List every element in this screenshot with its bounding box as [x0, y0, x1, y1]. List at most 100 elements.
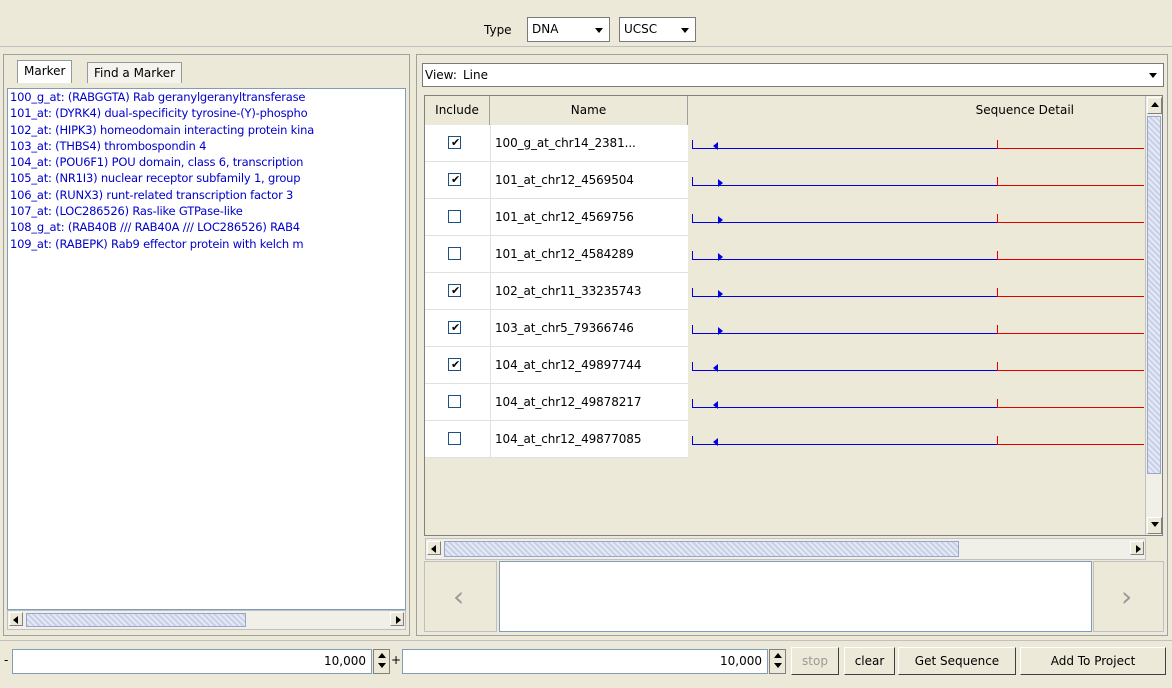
check-icon: ✔	[451, 173, 461, 186]
include-checkbox[interactable]	[448, 210, 461, 223]
type-select[interactable]: DNA	[527, 17, 610, 42]
stop-button[interactable]: stop	[791, 647, 839, 675]
scroll-right-button[interactable]	[1130, 541, 1144, 555]
scroll-right-button[interactable]	[390, 612, 404, 626]
spin-up-icon	[774, 653, 782, 658]
downstream-line	[997, 148, 1144, 149]
spin-down-icon	[774, 663, 782, 668]
list-item[interactable]: 106_at: (RUNX3) runt-related transcripti…	[8, 187, 405, 203]
include-cell	[425, 236, 490, 273]
clear-button[interactable]: clear	[844, 647, 895, 675]
upstream-minus-label: -	[4, 653, 9, 667]
scroll-thumb[interactable]	[1147, 116, 1161, 474]
arrow-right-icon	[396, 616, 401, 624]
view-select[interactable]: View: Line	[422, 63, 1164, 87]
sequence-name: 104_at_chr12_49877085	[490, 421, 688, 458]
spin-up-icon	[378, 653, 386, 658]
table-row[interactable]: ✔ 103_at_chr5_79366746	[425, 310, 1144, 347]
source-select[interactable]: UCSC	[619, 17, 696, 42]
upstream-line	[692, 444, 997, 445]
table-row[interactable]: ✔ 104_at_chr12_49897744	[425, 347, 1144, 384]
downstream-plus-label: +	[391, 653, 402, 667]
scroll-down-button[interactable]	[1147, 517, 1162, 534]
chevron-right-icon: ›	[1121, 580, 1133, 613]
downstream-field[interactable]: 10,000	[402, 649, 768, 674]
sequence-text-area[interactable]	[499, 561, 1092, 632]
include-cell	[425, 384, 490, 421]
upstream-line	[692, 407, 997, 408]
list-item[interactable]: 101_at: (DYRK4) dual-specificity tyrosin…	[8, 105, 405, 121]
strand-left-icon	[713, 401, 718, 409]
scroll-left-button[interactable]	[9, 612, 23, 626]
include-checkbox[interactable]: ✔	[448, 136, 461, 149]
scroll-left-button[interactable]	[427, 541, 441, 555]
table-hscrollbar[interactable]	[425, 538, 1146, 560]
column-include[interactable]: Include	[425, 96, 490, 125]
check-icon: ✔	[451, 284, 461, 297]
list-item[interactable]: 105_at: (NR1I3) nuclear receptor subfami…	[8, 170, 405, 186]
table-row[interactable]: ✔ 100_g_at_chr14_2381...	[425, 125, 1144, 162]
sequence-detail	[688, 125, 1144, 162]
add-to-project-button[interactable]: Add To Project	[1020, 647, 1166, 675]
include-checkbox[interactable]: ✔	[448, 321, 461, 334]
include-checkbox[interactable]: ✔	[448, 284, 461, 297]
type-label: Type	[484, 23, 512, 37]
strand-right-icon	[718, 179, 723, 187]
upstream-line	[692, 259, 997, 260]
scroll-up-button[interactable]	[1147, 97, 1162, 114]
upstream-field[interactable]: 10,000	[12, 649, 372, 674]
include-checkbox[interactable]	[448, 395, 461, 408]
strand-right-icon	[718, 253, 723, 261]
downstream-line	[997, 222, 1144, 223]
include-checkbox[interactable]	[448, 432, 461, 445]
view-label: View:	[425, 68, 457, 82]
arrow-left-icon	[431, 545, 436, 553]
prev-button[interactable]: ‹	[424, 561, 497, 632]
upstream-spinner[interactable]	[373, 649, 390, 674]
sequence-name: 100_g_at_chr14_2381...	[490, 125, 688, 162]
list-item[interactable]: 100_g_at: (RABGGTA) Rab geranylgeranyltr…	[8, 89, 405, 105]
table-vscrollbar[interactable]	[1145, 96, 1162, 535]
include-cell: ✔	[425, 310, 490, 347]
sequence-detail	[688, 421, 1144, 458]
upstream-line	[692, 185, 997, 186]
table-row[interactable]: 101_at_chr12_4584289	[425, 236, 1144, 273]
sequence-detail	[688, 310, 1144, 347]
sequence-name: 102_at_chr11_33235743	[490, 273, 688, 310]
tab-marker-label: Marker	[24, 64, 66, 78]
view-value: Line	[463, 68, 489, 82]
tab-find-a-marker[interactable]: Find a Marker	[87, 62, 183, 83]
include-checkbox[interactable]: ✔	[448, 173, 461, 186]
marker-list[interactable]: 100_g_at: (RABGGTA) Rab geranylgeranyltr…	[7, 88, 406, 610]
include-checkbox[interactable]	[448, 247, 461, 260]
sequence-detail	[688, 384, 1144, 421]
type-select-value: DNA	[532, 22, 559, 36]
table-row[interactable]: ✔ 101_at_chr12_4569504	[425, 162, 1144, 199]
scroll-thumb[interactable]	[444, 541, 959, 557]
list-item[interactable]: 108_g_at: (RAB40B /// RAB40A /// LOC2865…	[8, 219, 405, 235]
list-item[interactable]: 102_at: (HIPK3) homeodomain interacting …	[8, 122, 405, 138]
tab-marker[interactable]: Marker	[17, 60, 73, 83]
tab-find-a-marker-label: Find a Marker	[94, 66, 176, 80]
list-item[interactable]: 104_at: (POU6F1) POU domain, class 6, tr…	[8, 154, 405, 170]
column-name[interactable]: Name	[490, 96, 688, 125]
list-item[interactable]: 109_at: (RABEPK) Rab9 effector protein w…	[8, 236, 405, 252]
table-row[interactable]: 104_at_chr12_49878217	[425, 384, 1144, 421]
scroll-thumb[interactable]	[26, 613, 246, 627]
include-cell	[425, 199, 490, 236]
include-checkbox[interactable]: ✔	[448, 358, 461, 371]
strand-left-icon	[713, 364, 718, 372]
marker-list-hscrollbar[interactable]	[7, 610, 406, 630]
downstream-spinner[interactable]	[769, 649, 786, 674]
table-row[interactable]: ✔ 102_at_chr11_33235743	[425, 273, 1144, 310]
sequence-detail	[688, 236, 1144, 273]
table-row[interactable]: 104_at_chr12_49877085	[425, 421, 1144, 458]
next-button[interactable]: ›	[1093, 561, 1164, 632]
list-item[interactable]: 103_at: (THBS4) thrombospondin 4	[8, 138, 405, 154]
table-row[interactable]: 101_at_chr12_4569756	[425, 199, 1144, 236]
column-sequence-detail[interactable]: Sequence Detail	[688, 96, 1144, 125]
get-sequence-button[interactable]: Get Sequence	[898, 647, 1016, 675]
list-item[interactable]: 107_at: (LOC286526) Ras-like GTPase-like	[8, 203, 405, 219]
sequence-name: 103_at_chr5_79366746	[490, 310, 688, 347]
spin-down-icon	[378, 663, 386, 668]
